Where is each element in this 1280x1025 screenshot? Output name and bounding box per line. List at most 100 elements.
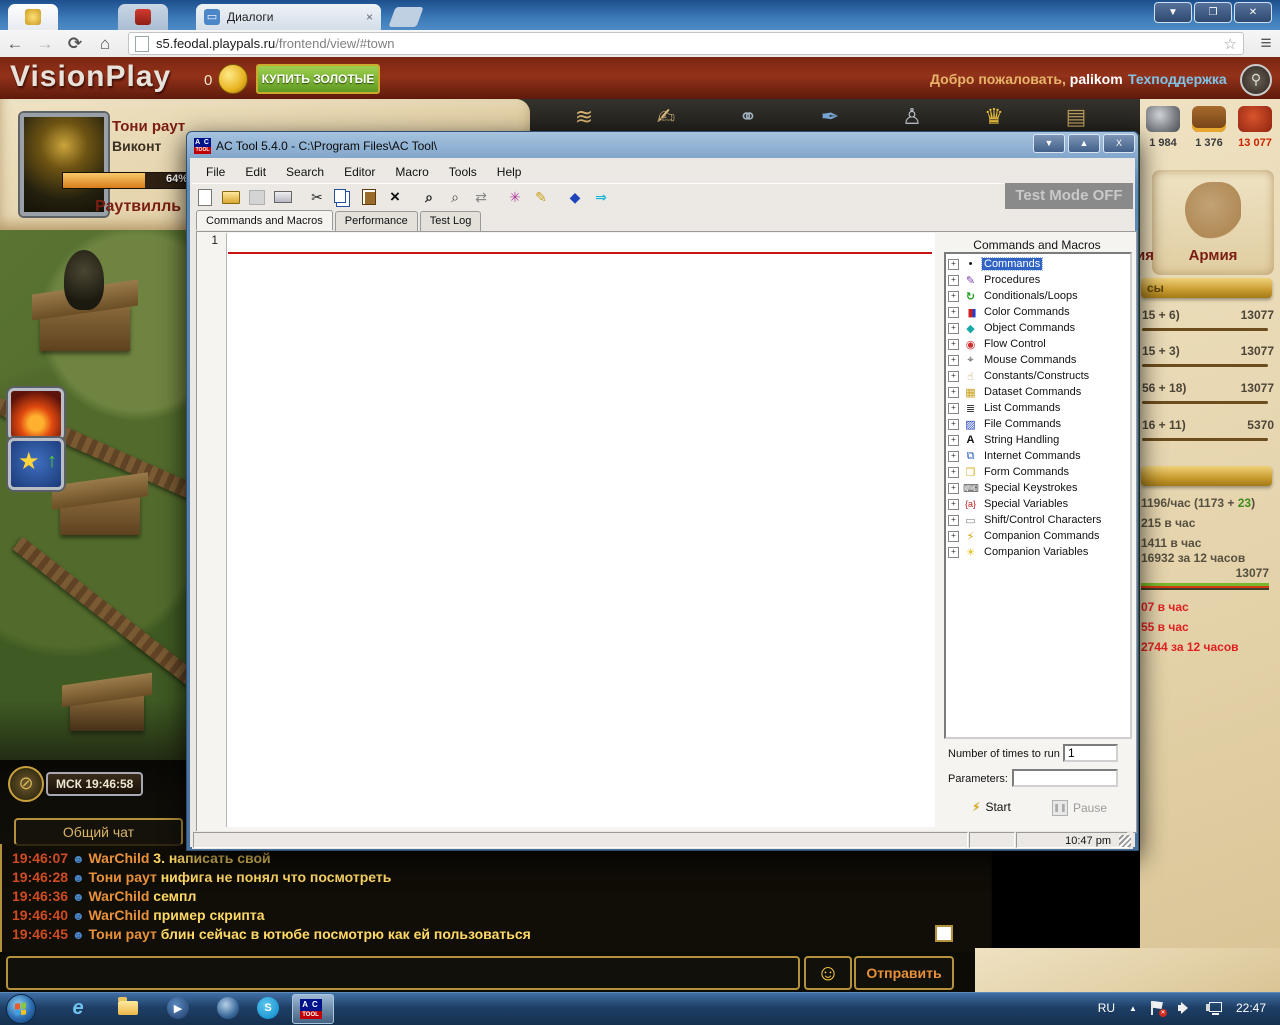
actool-titlebar[interactable]: A C TOOL AC Tool 5.4.0 - C:\Program File… bbox=[194, 136, 437, 156]
open-file-button[interactable] bbox=[219, 186, 243, 208]
menu-help[interactable]: Help bbox=[487, 161, 532, 183]
tree-item-string-handling[interactable]: + A String Handling bbox=[948, 432, 1061, 448]
tab-commands-and-macros[interactable]: Commands and Macros bbox=[196, 210, 333, 230]
tray-chevron-icon[interactable]: ▲ bbox=[1129, 1004, 1137, 1013]
expand-icon[interactable]: + bbox=[948, 386, 959, 398]
volume-icon[interactable] bbox=[1177, 1002, 1192, 1014]
tree-item-constants[interactable]: + ☝ Constants/Constructs bbox=[948, 368, 1091, 384]
refresh-icon[interactable]: ⟳ bbox=[60, 34, 90, 54]
taskbar-internet-explorer[interactable]: e bbox=[58, 994, 98, 1022]
pinned-tab-1[interactable] bbox=[8, 4, 58, 30]
wizard-button[interactable]: ✳ bbox=[503, 186, 527, 208]
expand-icon[interactable]: + bbox=[948, 322, 959, 334]
smiley-button[interactable]: ☺ bbox=[804, 956, 852, 990]
tree-item-list-commands[interactable]: + ≣ List Commands bbox=[948, 400, 1062, 416]
mute-icon[interactable]: ⊘ bbox=[8, 766, 44, 802]
expand-icon[interactable]: + bbox=[948, 482, 959, 494]
find-button[interactable]: ⌕ bbox=[417, 186, 441, 208]
expand-icon[interactable]: + bbox=[948, 498, 959, 510]
tree-item-flow-control[interactable]: + ◉ Flow Control bbox=[948, 336, 1048, 352]
nav-achievements-icon[interactable]: ♙ bbox=[892, 101, 932, 132]
taskbar-skype[interactable]: S bbox=[248, 994, 288, 1022]
menu-file[interactable]: File bbox=[196, 161, 235, 183]
tree-item-internet-commands[interactable]: + ⧉ Internet Commands bbox=[948, 448, 1083, 464]
expand-icon[interactable]: + bbox=[948, 258, 959, 270]
tab-test-log[interactable]: Test Log bbox=[419, 211, 482, 231]
macro-editor[interactable] bbox=[226, 233, 935, 827]
run-count-input[interactable] bbox=[1063, 744, 1118, 762]
pinned-tab-2[interactable] bbox=[118, 4, 168, 30]
expand-icon[interactable]: + bbox=[948, 450, 959, 462]
home-icon[interactable]: ⌂ bbox=[90, 34, 120, 54]
tree-item-object-commands[interactable]: + ◆ Object Commands bbox=[948, 320, 1077, 336]
tree-item-color-commands[interactable]: + ▮ Color Commands bbox=[948, 304, 1072, 320]
nav-reports-icon[interactable]: ✍ bbox=[646, 101, 686, 132]
start-button[interactable]: ⚡ Start bbox=[972, 800, 1011, 814]
expand-icon[interactable]: + bbox=[948, 418, 959, 430]
copy-button[interactable] bbox=[331, 186, 355, 208]
nav-diplomacy-icon[interactable]: ⚭ bbox=[728, 101, 768, 132]
menu-search[interactable]: Search bbox=[276, 161, 334, 183]
tree-item-shift-control[interactable]: + ▭ Shift/Control Characters bbox=[948, 512, 1103, 528]
player-name[interactable]: Тони раут bbox=[112, 118, 185, 135]
nav-rating-icon[interactable]: ♛ bbox=[974, 101, 1014, 132]
nav-notes-icon[interactable]: ✒ bbox=[810, 101, 850, 132]
taskbar-media-player[interactable]: ▶ bbox=[158, 994, 198, 1022]
tree-item-special-keystrokes[interactable]: + ⌨ Special Keystrokes bbox=[948, 480, 1080, 496]
tree-item-dataset-commands[interactable]: + ▦ Dataset Commands bbox=[948, 384, 1083, 400]
taskbar-explorer[interactable] bbox=[108, 994, 148, 1022]
save-button[interactable] bbox=[245, 186, 269, 208]
menu-edit[interactable]: Edit bbox=[235, 161, 276, 183]
expand-icon[interactable]: + bbox=[948, 338, 959, 350]
chat-input[interactable] bbox=[6, 956, 800, 990]
expand-icon[interactable]: + bbox=[948, 530, 959, 542]
expand-icon[interactable]: + bbox=[948, 546, 959, 558]
nav-map-icon[interactable]: ≋ bbox=[564, 101, 604, 132]
cut-button[interactable]: ✂ bbox=[305, 186, 329, 208]
help-button[interactable]: ◆ bbox=[563, 186, 587, 208]
tree-item-companion-variables[interactable]: + ☀ Companion Variables bbox=[948, 544, 1090, 560]
expand-icon[interactable]: + bbox=[948, 370, 959, 382]
tab-close-icon[interactable]: × bbox=[366, 10, 373, 24]
language-indicator[interactable]: RU bbox=[1098, 1001, 1115, 1015]
delete-button[interactable]: × bbox=[383, 186, 407, 208]
actool-minimize-button[interactable]: ▼ bbox=[1033, 134, 1065, 153]
tree-item-procedures[interactable]: + ✎ Procedures bbox=[948, 272, 1042, 288]
tree-item-commands[interactable]: + • Commands bbox=[948, 256, 1044, 272]
tab-performance[interactable]: Performance bbox=[334, 211, 418, 231]
action-center-flag-icon[interactable]: ✕ bbox=[1150, 1001, 1167, 1017]
levelup-event-icon[interactable]: ★ ↑ bbox=[8, 438, 64, 490]
expand-icon[interactable]: + bbox=[948, 354, 959, 366]
taskbar-ac-tool[interactable]: A C TOOL bbox=[292, 994, 334, 1024]
expand-icon[interactable]: + bbox=[948, 290, 959, 302]
pause-button[interactable]: ❚❚ Pause bbox=[1052, 800, 1107, 816]
start-button[interactable] bbox=[6, 994, 36, 1024]
tree-item-companion-commands[interactable]: + ⚡ Companion Commands bbox=[948, 528, 1102, 544]
expand-icon[interactable]: + bbox=[948, 434, 959, 446]
exit-button[interactable]: ⇒ bbox=[589, 186, 613, 208]
tree-item-special-variables[interactable]: + {a} Special Variables bbox=[948, 496, 1070, 512]
support-link[interactable]: Техподдержка bbox=[1128, 71, 1227, 87]
browser-minimize-button[interactable]: ▼ bbox=[1154, 2, 1192, 23]
browser-close-button[interactable]: ✕ bbox=[1234, 2, 1272, 23]
pencil-button[interactable]: ✎ bbox=[529, 186, 553, 208]
expand-icon[interactable]: + bbox=[948, 306, 959, 318]
exit-icon[interactable]: ⚲ bbox=[1240, 64, 1272, 96]
url-bar[interactable]: s5.feodal.playpals.ru /frontend/view/#to… bbox=[128, 32, 1244, 55]
parameters-input[interactable] bbox=[1012, 769, 1118, 787]
resize-grip[interactable] bbox=[1119, 835, 1131, 847]
send-button[interactable]: Отправить bbox=[854, 956, 954, 990]
actool-close-button[interactable]: X bbox=[1103, 134, 1135, 153]
tab-dialogs[interactable]: ▭ Диалоги × bbox=[196, 4, 381, 30]
new-file-button[interactable] bbox=[193, 186, 217, 208]
paste-button[interactable] bbox=[357, 186, 381, 208]
town-name[interactable]: Раутвилль bbox=[95, 198, 181, 216]
buy-gold-button[interactable]: КУПИТЬ ЗОЛОТЫЕ bbox=[256, 64, 380, 94]
replace-button[interactable]: ⇄ bbox=[469, 186, 493, 208]
menu-macro[interactable]: Macro bbox=[385, 161, 438, 183]
browser-restore-button[interactable]: ❐ bbox=[1194, 2, 1232, 23]
actool-maximize-button[interactable]: ▲ bbox=[1068, 134, 1100, 153]
browser-menu-icon[interactable]: ≡ bbox=[1252, 33, 1280, 55]
menu-editor[interactable]: Editor bbox=[334, 161, 385, 183]
tree-item-mouse-commands[interactable]: + ⌖ Mouse Commands bbox=[948, 352, 1078, 368]
